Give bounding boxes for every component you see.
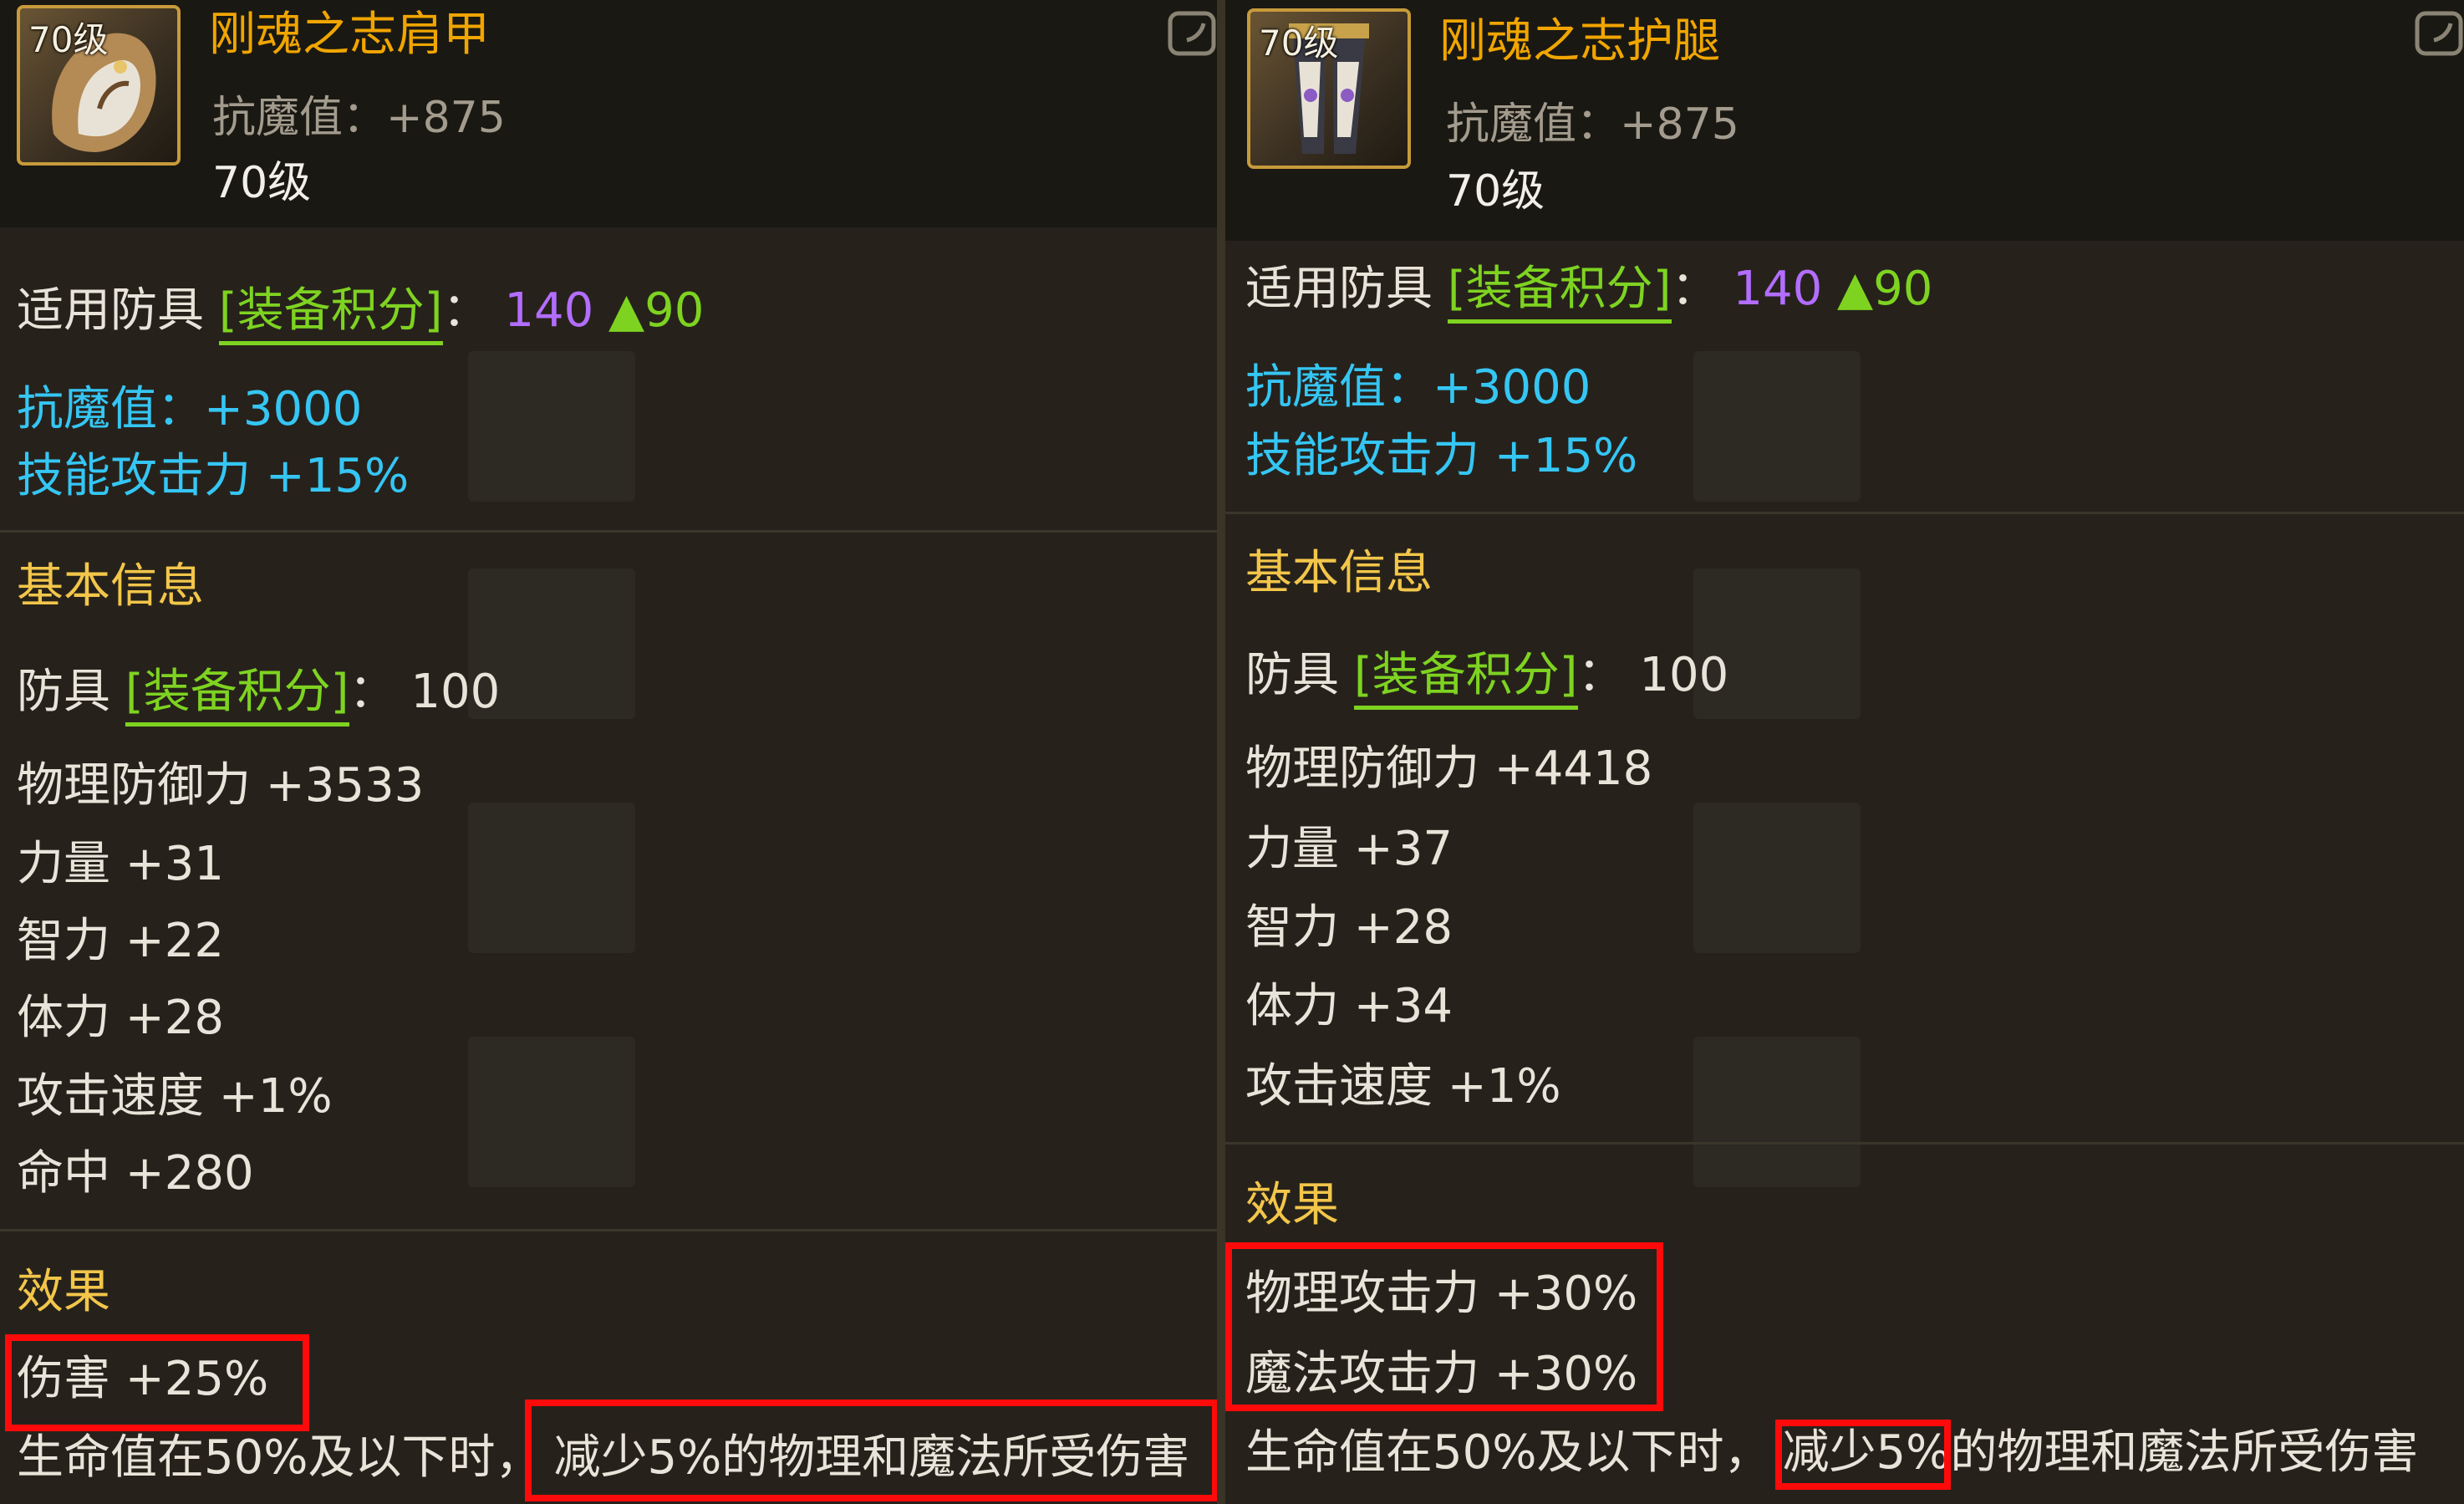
- bonus-magic-resistance: 抗魔值：+3000: [1245, 360, 1591, 415]
- section-divider: [0, 530, 1217, 533]
- item-icon[interactable]: 70级: [1247, 8, 1411, 169]
- icon-level-label: 70级: [1259, 23, 1339, 64]
- faint-background-slot: [468, 803, 635, 953]
- stat-line: 体力 +34: [1245, 979, 1453, 1033]
- item-tooltip-right: 70级 刚魂之志护腿 抗魔值：+875 70级 适用防具 [装备积分]： 140…: [1225, 0, 2464, 1504]
- stat-line: 智力 +28: [1245, 900, 1453, 955]
- icon-level-label: 70级: [28, 19, 109, 60]
- stat-line: 攻击速度 +1%: [17, 1069, 333, 1124]
- applicable-armor-score: 适用防具 [装备积分]： 140 ▲90: [1245, 262, 1932, 324]
- section-divider: [1225, 512, 2464, 514]
- section-divider: [0, 1229, 1217, 1231]
- faint-background-slot: [1693, 351, 1861, 502]
- bonus-skill-attack: 技能攻击力 +15%: [17, 449, 410, 503]
- faint-background-slot: [468, 1037, 635, 1187]
- stat-line: 命中 +280: [17, 1146, 254, 1201]
- compare-toggle-icon[interactable]: [1167, 7, 1217, 57]
- highlight-box: [1225, 1242, 1663, 1411]
- armor-score: 防具 [装备积分]： 100: [1245, 648, 1728, 710]
- stat-line: 物理防御力 +3533: [17, 758, 425, 813]
- item-tooltip-left: 70级 刚魂之志肩甲 抗魔值：+875 70级 适用防具 [装备积分]： 140…: [0, 0, 1217, 1504]
- panel-divider: [1217, 0, 1225, 1504]
- faint-background-slot: [1693, 1037, 1861, 1187]
- section-divider: [1225, 1142, 2464, 1145]
- armor-score: 防具 [装备积分]： 100: [17, 665, 500, 727]
- item-header: 70级 刚魂之志肩甲 抗魔值：+875 70级: [0, 0, 1217, 227]
- highlight-box: [525, 1399, 1217, 1501]
- item-magic-resistance: 抗魔值：+875: [1446, 99, 1739, 150]
- bonus-skill-attack: 技能攻击力 +15%: [1245, 429, 1638, 483]
- stat-line: 攻击速度 +1%: [1245, 1059, 1561, 1114]
- item-name: 刚魂之志肩甲: [209, 8, 490, 62]
- stat-line: 物理防御力 +4418: [1245, 742, 1653, 796]
- item-name: 刚魂之志护腿: [1439, 14, 1720, 69]
- bonus-magic-resistance: 抗魔值：+3000: [17, 382, 363, 436]
- basic-info-heading: 基本信息: [17, 559, 204, 614]
- item-level: 70级: [1446, 166, 1545, 217]
- item-level: 70级: [212, 158, 312, 208]
- stat-line: 力量 +37: [1245, 822, 1453, 876]
- faint-background-slot: [468, 351, 635, 502]
- item-header: 70级 刚魂之志护腿 抗魔值：+875 70级: [1225, 0, 2464, 241]
- effect-heading: 效果: [17, 1265, 110, 1319]
- highlight-box: [1775, 1420, 1951, 1490]
- stat-line: 力量 +31: [17, 837, 224, 891]
- basic-info-heading: 基本信息: [1245, 546, 1433, 600]
- stat-line: 体力 +28: [17, 991, 224, 1045]
- compare-toggle-icon[interactable]: [2414, 7, 2464, 57]
- applicable-armor-score: 适用防具 [装备积分]： 140 ▲90: [17, 283, 704, 345]
- highlight-box: [5, 1334, 309, 1431]
- item-icon[interactable]: 70级: [17, 5, 181, 166]
- item-magic-resistance: 抗魔值：+875: [212, 93, 506, 143]
- stat-line: 智力 +22: [17, 914, 224, 968]
- effect-heading: 效果: [1245, 1178, 1339, 1232]
- faint-background-slot: [1693, 803, 1861, 953]
